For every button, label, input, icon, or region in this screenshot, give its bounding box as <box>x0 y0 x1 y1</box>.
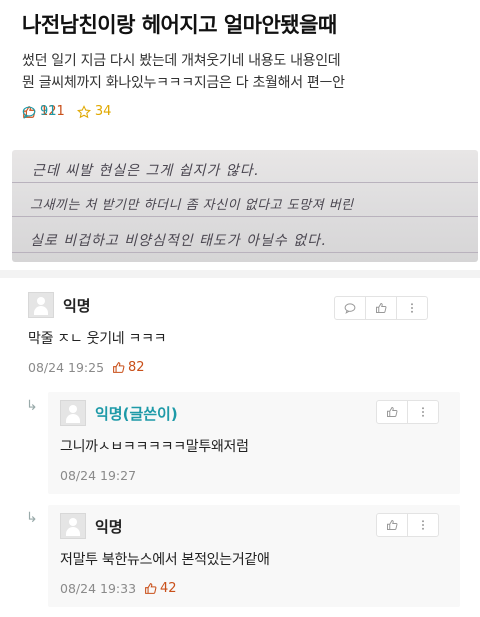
note-line-2: 그새끼는 처 받기만 하더니 좀 자신이 없다고 도망져 버린 <box>30 198 354 213</box>
note-line-1: 근데 씨발 현실은 그게 쉽지가 않다. <box>32 163 260 179</box>
comment-text: 그니까ㅅㅂㅋㅋㅋㅋㅋ말투왜저럼 <box>60 439 249 455</box>
comment-actions <box>376 400 439 424</box>
more-vertical-icon <box>422 407 424 417</box>
note-ruled-line <box>12 216 478 217</box>
diary-photo: 근데 씨발 현실은 그게 쉽지가 않다. 그새끼는 처 받기만 하더니 좀 자신… <box>12 150 478 262</box>
post-title: 나전남친이랑 헤어지고 얼마안됐을때 <box>22 13 337 37</box>
comment-meta: 08/24 19:33 42 <box>60 581 450 596</box>
comment-votes: 42 <box>144 581 177 596</box>
thumbs-up-icon <box>145 583 157 594</box>
comment-actions <box>334 296 428 320</box>
section-divider <box>0 270 480 278</box>
reply-button[interactable] <box>335 297 365 319</box>
comment-time: 08/24 19:25 <box>28 360 105 375</box>
comment-text: 막줄 ㅈㄴ 웃기네 ㅋㅋㅋ <box>28 331 167 347</box>
note-ruled-line <box>12 252 478 253</box>
star-icon <box>76 104 91 118</box>
comment-nickname: 익명 <box>95 517 123 536</box>
reply-arrow-icon: ↳ <box>26 510 38 526</box>
comment-meta: 08/24 19:27 <box>60 468 450 483</box>
post-body-line: 썼던 일기 지금 다시 봤는데 개쳐웃기네 내용도 내용인데 <box>22 53 341 69</box>
scrap-count[interactable]: 34 <box>76 104 112 119</box>
post: 나전남친이랑 헤어지고 얼마안됐을때 썼던 일기 지금 다시 봤는데 개쳐웃기네… <box>0 0 480 119</box>
reply-arrow-icon: ↳ <box>26 398 38 414</box>
comment-time: 08/24 19:27 <box>60 468 137 483</box>
comment-count[interactable]: 91 <box>22 104 57 119</box>
more-vertical-icon <box>422 520 424 530</box>
thumbs-up-icon <box>387 520 398 530</box>
comment-meta: 08/24 19:25 82 <box>28 360 458 375</box>
like-button[interactable] <box>377 401 407 423</box>
post-body-line: 뭔 글씨체까지 화나있누ㅋㅋㅋ지금은 다 초월해서 편ㅡ안 <box>22 75 345 91</box>
thumbs-up-icon <box>376 303 387 313</box>
post-body: 썼던 일기 지금 다시 봤는데 개쳐웃기네 내용도 내용인데 뭔 글씨체까지 화… <box>22 50 458 94</box>
avatar <box>28 292 54 318</box>
more-button[interactable] <box>396 297 427 319</box>
note-line-3: 실로 비겁하고 비양심적인 태도가 아닐수 없다. <box>30 233 327 249</box>
scrap-count-value: 34 <box>94 104 112 119</box>
more-vertical-icon <box>411 303 413 313</box>
more-button[interactable] <box>407 514 438 536</box>
post-stats: 121 91 34 <box>22 104 458 119</box>
comment-votes: 82 <box>112 360 145 375</box>
thumbs-up-icon <box>387 407 398 417</box>
comment-nickname: 익명 <box>63 296 91 315</box>
like-button[interactable] <box>377 514 407 536</box>
comment-text: 저말투 북한뉴스에서 본적있는거같애 <box>60 552 270 568</box>
comment-vote-count: 82 <box>128 360 145 375</box>
like-button[interactable] <box>365 297 396 319</box>
comment-vote-count: 42 <box>160 581 177 596</box>
comment-actions <box>376 513 439 537</box>
comment-nickname: 익명(글쓴이) <box>95 404 178 423</box>
more-button[interactable] <box>407 401 438 423</box>
thumbs-up-icon <box>113 362 125 373</box>
speech-bubble-icon <box>344 303 356 314</box>
speech-bubble-icon <box>22 106 36 119</box>
note-ruled-line <box>12 182 478 183</box>
avatar <box>60 400 86 426</box>
comment-count-value: 91 <box>40 104 57 119</box>
comment-time: 08/24 19:33 <box>60 581 137 596</box>
avatar <box>60 513 86 539</box>
